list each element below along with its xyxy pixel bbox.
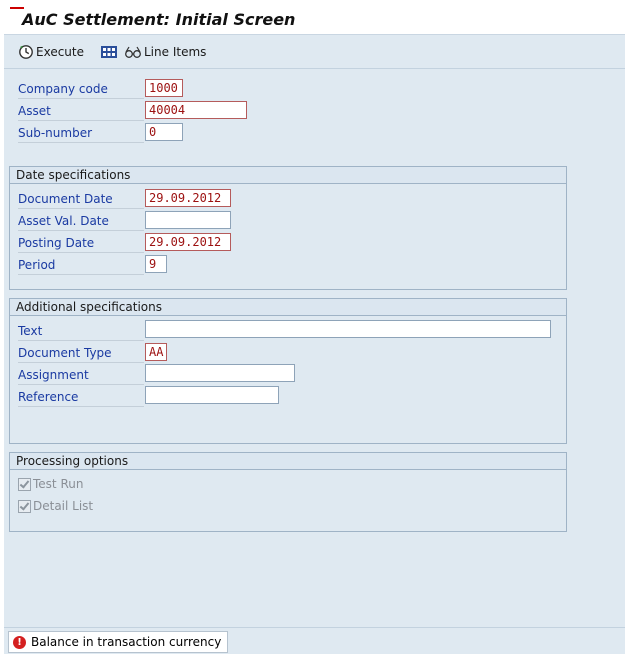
document-type-input[interactable]: AA xyxy=(145,343,167,361)
title-accent-mark xyxy=(10,7,24,9)
asset-val-date-label: Asset Val. Date xyxy=(18,214,109,228)
date-specifications-title: Date specifications xyxy=(10,167,566,184)
reference-label: Reference xyxy=(18,390,79,404)
sub-number-input[interactable]: 0 xyxy=(145,123,183,141)
page-title: AuC Settlement: Initial Screen xyxy=(22,10,296,29)
status-bar: ! Balance in transaction currency xyxy=(4,627,625,654)
assignment-row: Assignment xyxy=(18,366,144,385)
clock-execute-icon xyxy=(19,45,33,59)
additional-specifications-title: Additional specifications xyxy=(10,299,566,316)
processing-options-group: Processing options xyxy=(9,452,567,532)
glasses-icon xyxy=(125,46,141,58)
overview-button[interactable] xyxy=(100,43,120,61)
posting-date-label: Posting Date xyxy=(18,236,95,250)
sub-number-label: Sub-number xyxy=(18,126,93,140)
document-date-label: Document Date xyxy=(18,192,113,206)
title-bar: AuC Settlement: Initial Screen xyxy=(4,4,625,35)
assignment-label: Assignment xyxy=(18,368,89,382)
test-run-label: Test Run xyxy=(33,477,84,491)
checkbox-checked-icon xyxy=(18,477,31,491)
reference-input[interactable] xyxy=(145,386,279,404)
period-label: Period xyxy=(18,258,56,272)
text-input[interactable] xyxy=(145,320,551,338)
asset-label: Asset xyxy=(18,104,51,118)
sub-number-row: Sub-number xyxy=(18,124,144,143)
error-icon: ! xyxy=(13,635,26,649)
company-code-label: Company code xyxy=(18,82,108,96)
period-row: Period xyxy=(18,256,144,275)
asset-input[interactable]: 40004 xyxy=(145,101,247,119)
grid-list-icon xyxy=(101,46,117,58)
company-code-input[interactable]: 1000 xyxy=(145,79,183,97)
application-toolbar: Execute Line Items xyxy=(4,36,625,69)
line-items-button[interactable]: Line Items xyxy=(124,43,206,61)
asset-val-date-row: Asset Val. Date xyxy=(18,212,144,231)
asset-val-date-input[interactable] xyxy=(145,211,231,229)
detail-list-label: Detail List xyxy=(33,499,94,513)
company-code-row: Company code xyxy=(18,80,144,99)
processing-options-title: Processing options xyxy=(10,453,566,470)
text-label: Text xyxy=(18,324,43,338)
assignment-input[interactable] xyxy=(145,364,295,382)
line-items-label: Line Items xyxy=(144,45,207,59)
reference-row: Reference xyxy=(18,388,144,407)
document-type-row: Document Type xyxy=(18,344,144,363)
posting-date-row: Posting Date xyxy=(18,234,144,253)
execute-label: Execute xyxy=(36,45,84,59)
document-date-input[interactable]: 29.09.2012 xyxy=(145,189,231,207)
posting-date-input[interactable]: 29.09.2012 xyxy=(145,233,231,251)
test-run-checkbox[interactable]: Test Run xyxy=(18,477,83,491)
period-input[interactable]: 9 xyxy=(145,255,167,273)
document-type-label: Document Type xyxy=(18,346,112,360)
execute-button[interactable]: Execute xyxy=(18,43,84,61)
text-row: Text xyxy=(18,322,144,341)
detail-list-checkbox[interactable]: Detail List xyxy=(18,499,93,513)
status-message-text: Balance in transaction currency xyxy=(31,635,222,649)
status-message[interactable]: ! Balance in transaction currency xyxy=(8,631,229,653)
checkbox-checked-icon xyxy=(18,499,31,513)
document-date-row: Document Date xyxy=(18,190,144,209)
asset-row: Asset xyxy=(18,102,144,121)
